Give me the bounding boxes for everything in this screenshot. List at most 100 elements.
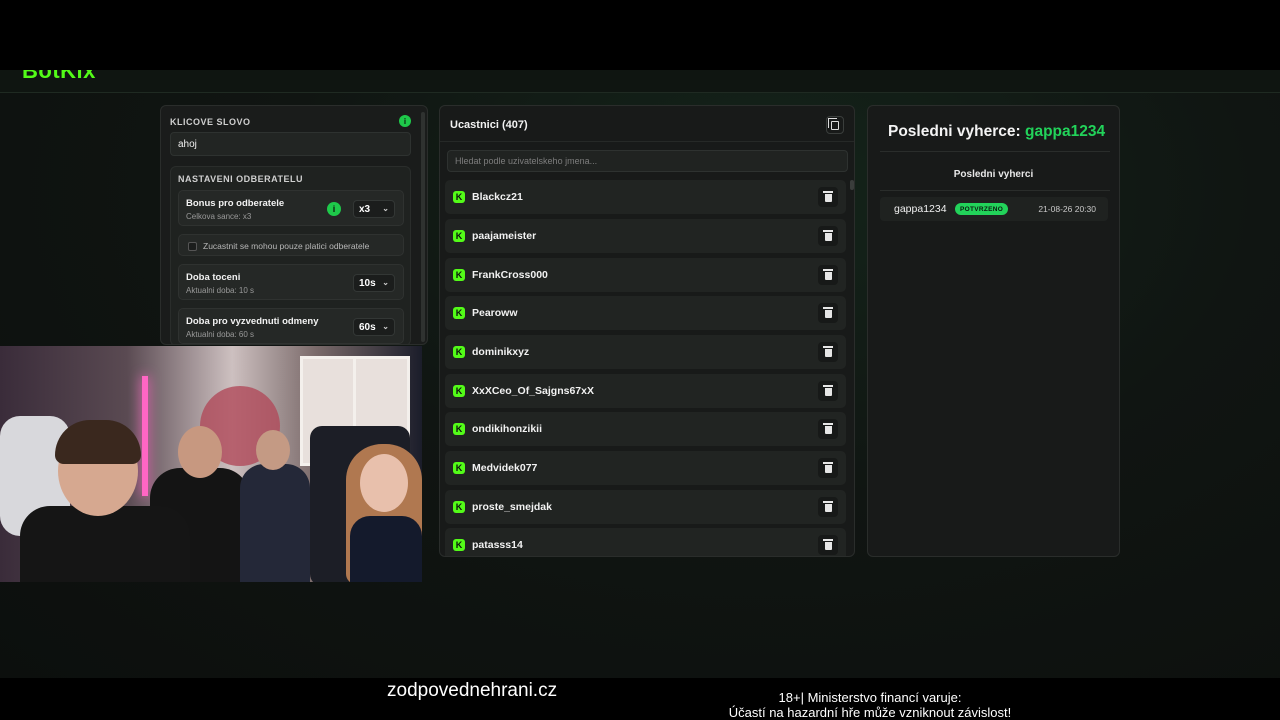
divider — [880, 151, 1110, 152]
webcam-person — [256, 430, 290, 470]
remove-participant-button[interactable] — [818, 535, 838, 555]
participant-name: paajameister — [472, 230, 537, 242]
subscriber-bonus-row: Bonus pro odberatele Celkova sance: x3 i… — [178, 190, 404, 226]
participants-scrollbar[interactable] — [850, 180, 854, 190]
trash-icon — [823, 346, 833, 357]
brand-logo[interactable]: BotKix — [22, 70, 96, 84]
kick-logo-icon: K — [453, 307, 465, 319]
trash-icon — [823, 462, 833, 473]
subscriber-bonus-select[interactable]: x3 ⌄ — [353, 200, 395, 218]
remove-participant-button[interactable] — [818, 187, 838, 207]
subscriber-bonus-info-icon[interactable]: i — [327, 202, 341, 216]
settings-scrollbar[interactable] — [421, 112, 425, 342]
claim-duration-row: Doba pro vyzvednuti odmeny Aktualni doba… — [178, 308, 404, 344]
trash-icon — [823, 385, 833, 396]
confirmed-status-badge: POTVRZENO — [955, 203, 1009, 215]
participant-search-input[interactable] — [447, 150, 848, 172]
winner-panel: Posledni vyherce: gappa1234 Posledni vyh… — [867, 105, 1120, 557]
keyword-label: KLICOVE SLOVO — [170, 117, 251, 127]
participant-row: K Blackcz21 — [445, 180, 846, 214]
keyword-info-icon[interactable]: i — [399, 115, 411, 127]
participant-name: dominikxyz — [472, 346, 530, 358]
divider — [880, 190, 1110, 191]
paid-only-checkbox[interactable] — [188, 242, 197, 251]
remove-participant-button[interactable] — [818, 458, 838, 478]
subscriber-bonus-subtitle: Celkova sance: x3 — [186, 212, 252, 221]
webcam-overlay — [0, 346, 422, 582]
remove-participant-button[interactable] — [818, 265, 838, 285]
participant-name: Medvidek077 — [472, 462, 538, 474]
kick-logo-icon: K — [453, 501, 465, 513]
participant-name: Pearoww — [472, 307, 518, 319]
subscriber-bonus-title: Bonus pro odberatele — [186, 198, 285, 209]
last-winner-name: gappa1234 — [1024, 123, 1106, 140]
participant-row: K proste_smejdak — [445, 490, 846, 524]
chevron-down-icon: ⌄ — [382, 278, 389, 287]
webcam-person — [360, 454, 408, 512]
kick-logo-icon: K — [453, 539, 465, 551]
webcam-neon-light — [142, 376, 148, 496]
winner-row: gappa1234 POTVRZENO 21-08-26 20:30 — [880, 197, 1108, 221]
footer-warning-text: 18+| Ministerstvo financí varuje: Účastí… — [690, 690, 1050, 720]
participant-row: K Pearoww — [445, 296, 846, 330]
claim-duration-title: Doba pro vyzvednuti odmeny — [186, 316, 319, 327]
kick-logo-icon: K — [453, 346, 465, 358]
spin-duration-row: Doba toceni Aktualni doba: 10 s 10s ⌄ — [178, 264, 404, 300]
trash-icon — [823, 423, 833, 434]
remove-participant-button[interactable] — [818, 497, 838, 517]
trash-icon — [823, 501, 833, 512]
participants-title: Ucastnici (407) — [450, 119, 528, 131]
copy-icon — [828, 117, 839, 130]
kick-logo-icon: K — [453, 230, 465, 242]
copy-button[interactable] — [826, 116, 844, 134]
participant-name: XxXCeo_Of_Sajgns67xX — [472, 385, 594, 397]
remove-participant-button[interactable] — [818, 342, 838, 362]
subscriber-settings-section: NASTAVENI ODBERATELU Bonus pro odberatel… — [170, 166, 411, 344]
claim-duration-select[interactable]: 60s ⌄ — [353, 318, 395, 336]
spin-duration-value: 10s — [359, 277, 376, 289]
spin-duration-select[interactable]: 10s ⌄ — [353, 274, 395, 292]
trash-icon — [823, 307, 833, 318]
webcam-person — [178, 426, 222, 478]
footer-disclaimer-bar: zodpovednehrani.cz 18+| Ministerstvo fin… — [0, 678, 1280, 720]
participant-row: K dominikxyz — [445, 335, 846, 369]
participant-name: patasss14 — [472, 539, 523, 551]
spin-duration-subtitle: Aktualni doba: 10 s — [186, 286, 255, 295]
webcam-person — [20, 506, 190, 582]
remove-participant-button[interactable] — [818, 303, 838, 323]
participant-row: K XxXCeo_Of_Sajgns67xX — [445, 374, 846, 408]
participant-name: Blackcz21 — [472, 191, 523, 203]
paid-only-row[interactable]: Zucastnit se mohou pouze platici odberat… — [178, 234, 404, 256]
settings-panel: KLICOVE SLOVO i ahoj NASTAVENI ODBERATEL… — [160, 105, 428, 345]
last-winner-heading: Posledni vyherce: gappa1234 — [888, 123, 1105, 141]
chevron-down-icon: ⌄ — [382, 204, 389, 213]
kick-logo-icon: K — [453, 269, 465, 281]
remove-participant-button[interactable] — [818, 381, 838, 401]
trash-icon — [823, 230, 833, 241]
claim-duration-subtitle: Aktualni doba: 60 s — [186, 330, 255, 339]
keyword-input[interactable]: ahoj — [170, 132, 411, 156]
winner-row-name: gappa1234 — [894, 203, 947, 215]
webcam-person — [240, 464, 310, 582]
chevron-down-icon: ⌄ — [382, 322, 389, 331]
footer-warning-line2: Účastí na hazardní hře může vzniknout zá… — [728, 705, 1012, 720]
webcam-person — [350, 516, 422, 582]
participants-panel: Ucastnici (407) K Blackcz21 K paajameist… — [439, 105, 855, 557]
subscriber-bonus-value: x3 — [359, 203, 371, 215]
participant-row: K patasss14 — [445, 528, 846, 556]
participant-row: K FrankCross000 — [445, 258, 846, 292]
kick-logo-icon: K — [453, 462, 465, 474]
remove-participant-button[interactable] — [818, 226, 838, 246]
subscriber-section-title: NASTAVENI ODBERATELU — [178, 174, 304, 184]
trash-icon — [823, 191, 833, 202]
spin-duration-title: Doba toceni — [186, 272, 241, 283]
participant-row: K Medvidek077 — [445, 451, 846, 485]
remove-participant-button[interactable] — [818, 419, 838, 439]
kick-logo-icon: K — [453, 423, 465, 435]
webcam-person — [55, 420, 141, 464]
participant-name: FrankCross000 — [472, 269, 548, 281]
participant-name: ondikihonzikii — [472, 423, 542, 435]
app-header: BotKix — [0, 70, 1280, 93]
recent-winners-title: Posledni vyherci — [953, 169, 1034, 180]
participant-row: K paajameister — [445, 219, 846, 253]
